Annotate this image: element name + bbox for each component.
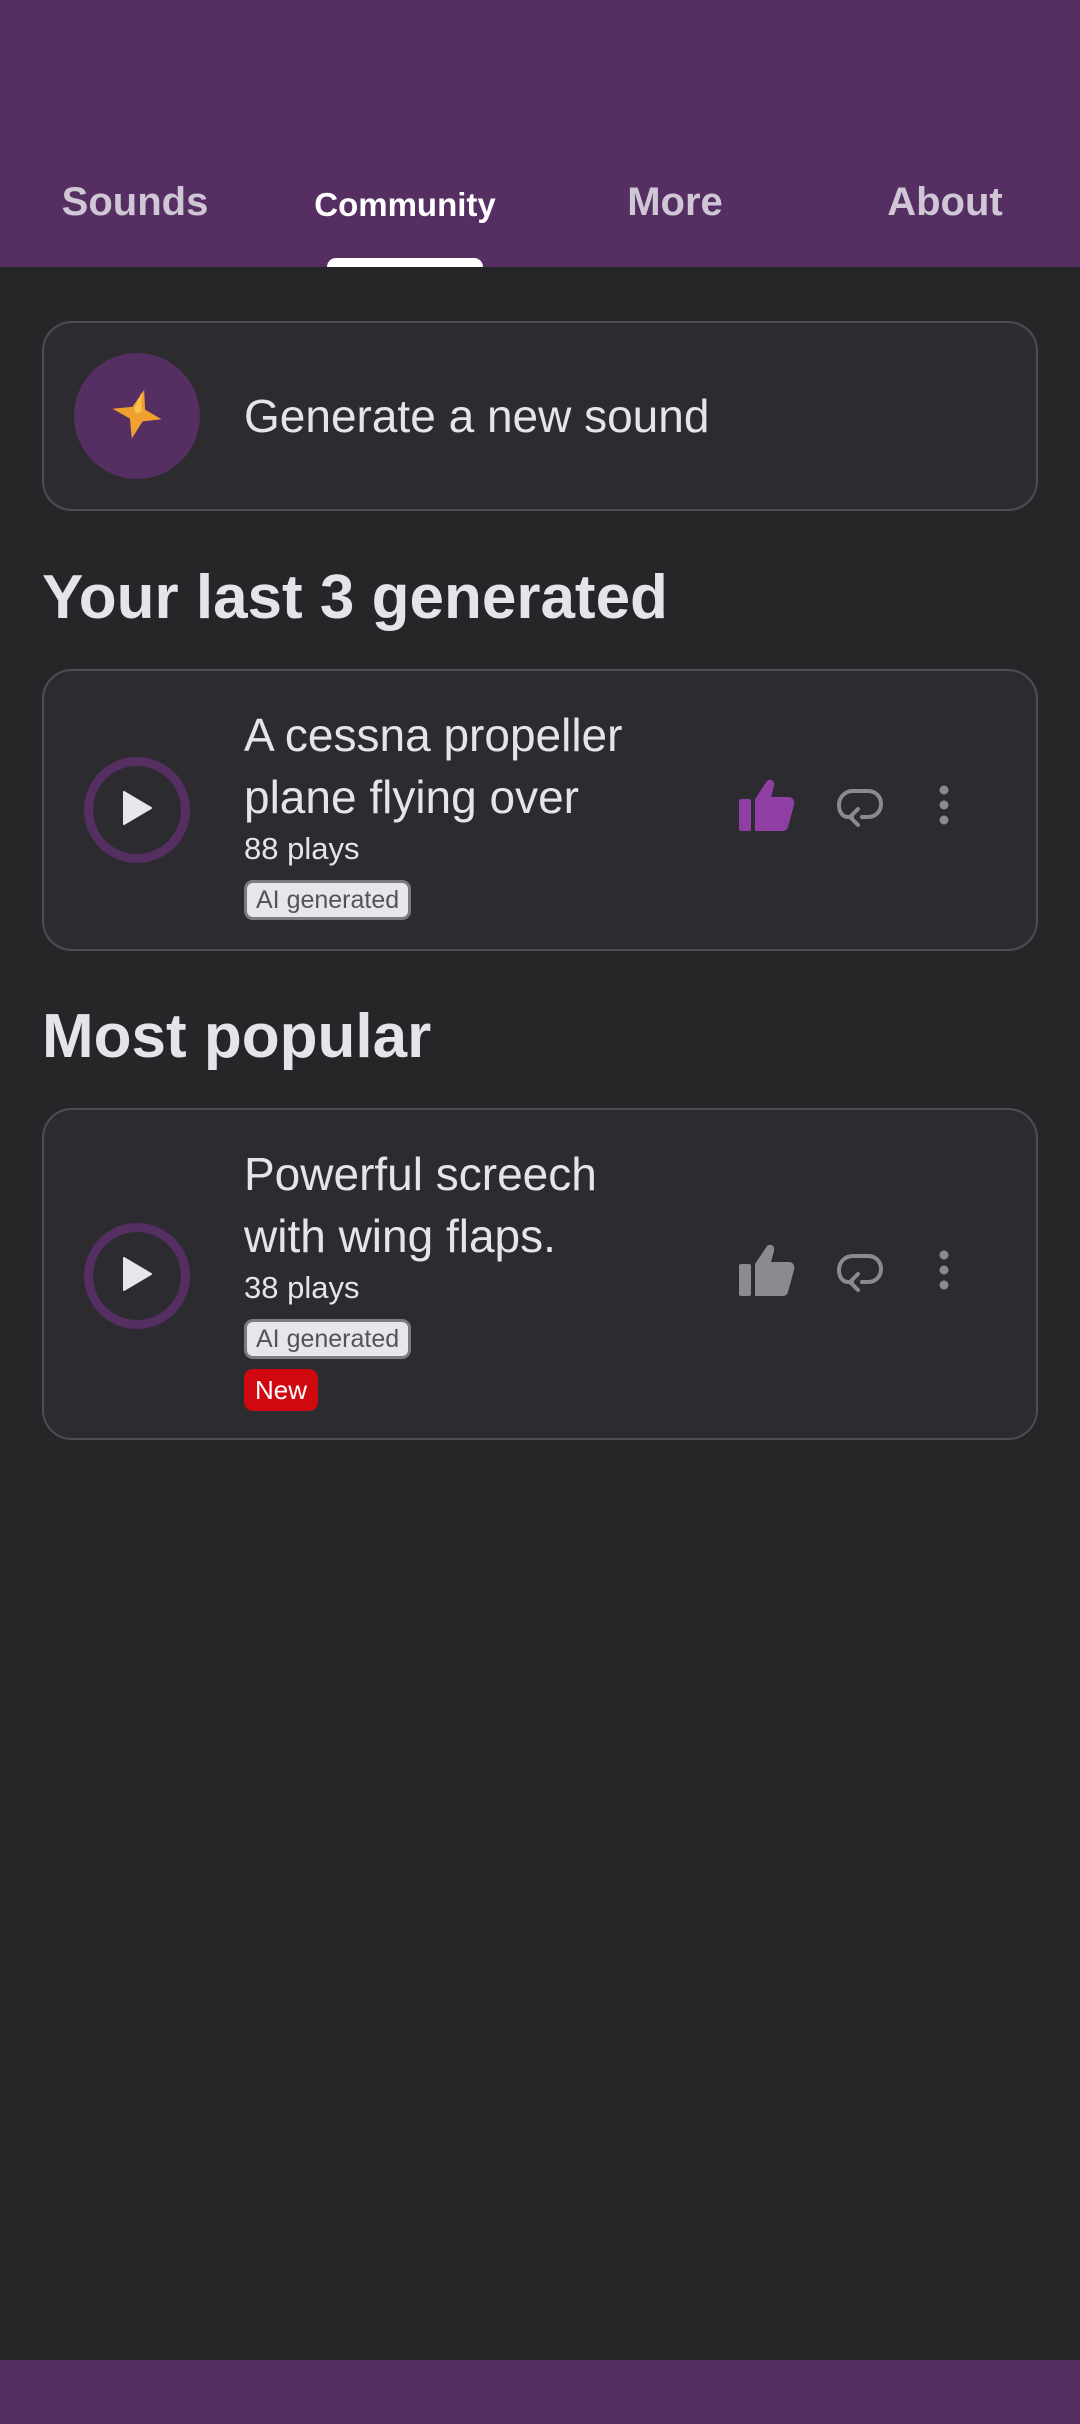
recent-section-title: Your last 3 generated xyxy=(42,563,668,632)
thumbs-up-icon xyxy=(737,777,795,838)
more-options-button[interactable] xyxy=(922,1240,966,1304)
tab-more[interactable]: More xyxy=(540,150,810,267)
tab-sounds[interactable]: Sounds xyxy=(0,150,270,267)
loop-icon xyxy=(836,783,884,832)
more-options-button[interactable] xyxy=(922,775,966,839)
generate-sound-label: Generate a new sound xyxy=(244,390,710,442)
bottom-bar xyxy=(0,2360,1080,2424)
more-vert-icon xyxy=(938,1250,950,1295)
active-tab-indicator xyxy=(327,258,483,267)
sound-title: A cessna propeller plane flying over xyxy=(244,709,623,823)
ai-generated-badge: AI generated xyxy=(244,1319,412,1359)
tab-more-label: More xyxy=(627,180,723,224)
generate-sound-button[interactable]: Generate a new sound xyxy=(42,321,1038,511)
more-vert-icon xyxy=(938,785,950,830)
tab-sounds-label: Sounds xyxy=(61,180,209,224)
generate-icon-circle xyxy=(74,353,200,479)
app-bar: Sounds Community More About xyxy=(0,0,1080,267)
sound-card-popular[interactable]: Powerful screech with wing flaps. 38 pla… xyxy=(42,1108,1038,1440)
remix-button[interactable] xyxy=(828,1240,892,1304)
like-button[interactable] xyxy=(734,1240,798,1304)
ai-generated-badge: AI generated xyxy=(244,880,412,920)
play-count: 38 plays xyxy=(244,1270,360,1305)
thumbs-up-icon xyxy=(737,1242,795,1303)
popular-section-title: Most popular xyxy=(42,1002,432,1071)
play-button[interactable] xyxy=(84,1223,190,1329)
sound-card-recent[interactable]: A cessna propeller plane flying over 88 … xyxy=(42,669,1038,951)
loop-icon xyxy=(836,1248,884,1297)
tab-bar: Sounds Community More About xyxy=(0,150,1080,267)
play-count: 88 plays xyxy=(244,831,360,866)
play-button[interactable] xyxy=(84,757,190,863)
sparkle-icon xyxy=(109,386,165,447)
like-button[interactable] xyxy=(734,775,798,839)
sound-title: Powerful screech with wing flaps. xyxy=(244,1148,597,1262)
remix-button[interactable] xyxy=(828,775,892,839)
tab-about-label: About xyxy=(887,180,1003,224)
tab-community[interactable]: Community xyxy=(270,150,540,267)
new-badge: New xyxy=(244,1369,319,1411)
play-icon xyxy=(121,790,153,831)
tab-about[interactable]: About xyxy=(810,150,1080,267)
tab-community-label: Community xyxy=(314,186,496,223)
play-icon xyxy=(121,1256,153,1297)
